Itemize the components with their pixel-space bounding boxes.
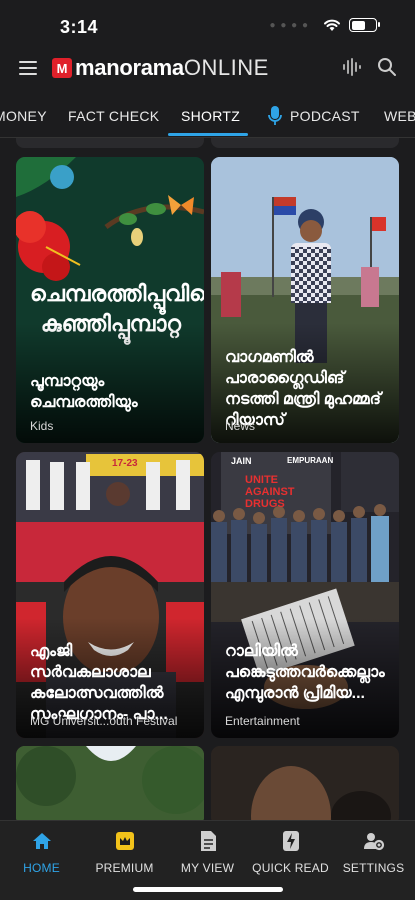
shortz-feed[interactable]: ചെമ്പരത്തിപ്പൂവിലെ കുഞ്ഞിപ്പൂമ്പാറ്റ പൂമ… bbox=[0, 138, 415, 820]
status-icons: ● ● ● ● bbox=[269, 18, 380, 32]
tab-web[interactable]: WEB bbox=[384, 108, 415, 124]
card-category: MG Universit...outh Festival bbox=[30, 714, 178, 728]
nav-home[interactable]: HOME bbox=[0, 829, 83, 875]
wifi-icon bbox=[324, 19, 340, 31]
card-overlay-text: 17-23 bbox=[112, 458, 138, 469]
card-thumbnail bbox=[16, 746, 204, 820]
banner-film-title: EMPURAAN bbox=[287, 456, 334, 465]
status-time: 3:14 bbox=[60, 17, 99, 37]
active-tab-indicator bbox=[168, 133, 248, 136]
nav-settings-label: SETTINGS bbox=[342, 861, 405, 875]
audio-waveform-icon[interactable] bbox=[341, 57, 361, 77]
nav-my-view-label: MY VIEW bbox=[180, 861, 235, 875]
logo-badge: M bbox=[52, 58, 72, 78]
logo-main-text: manorama bbox=[75, 55, 184, 80]
app-header: M manorama ONLINE bbox=[0, 50, 415, 88]
shortz-card[interactable] bbox=[211, 746, 399, 820]
shortz-card[interactable]: 17-23 എംജി സർവകലാശാല കലോത്സവത്തിൽ സംഘഗാന… bbox=[16, 452, 204, 738]
logo-sub-text: ONLINE bbox=[183, 55, 269, 80]
tab-podcast[interactable]: PODCAST bbox=[268, 106, 360, 126]
shortz-card[interactable]: വാഗമണിൽ പാരാഗ്ലൈഡിങ് നടത്തി മന്ത്രി മുഹമ… bbox=[211, 157, 399, 443]
banner-brand: JAIN bbox=[231, 456, 252, 466]
shortz-card[interactable]: ചെമ്പരത്തിപ്പൂവിലെ കുഞ്ഞിപ്പൂമ്പാറ്റ പൂമ… bbox=[16, 157, 204, 443]
app-logo[interactable]: M manorama ONLINE bbox=[52, 55, 269, 81]
status-bar: 3:14 ● ● ● ● bbox=[0, 0, 415, 50]
previous-card-stub[interactable] bbox=[211, 138, 399, 148]
microphone-icon bbox=[268, 106, 282, 125]
tab-shortz[interactable]: SHORTZ bbox=[181, 108, 240, 124]
premium-icon bbox=[115, 832, 134, 850]
home-indicator[interactable] bbox=[133, 887, 283, 892]
nav-premium-label: PREMIUM bbox=[95, 861, 154, 875]
bottom-navigation: HOME PREMIUM MY VIEW QUICK READ SETTINGS bbox=[0, 820, 415, 900]
nav-my-view[interactable]: MY VIEW bbox=[166, 829, 249, 875]
settings-icon bbox=[363, 833, 384, 851]
category-tabs: MONEY FACT CHECK SHORTZ PODCAST WEB bbox=[0, 98, 415, 138]
home-icon bbox=[32, 833, 51, 849]
battery-icon bbox=[349, 18, 380, 32]
card-category: Kids bbox=[30, 419, 54, 433]
flash-icon bbox=[282, 831, 299, 851]
nav-home-label: HOME bbox=[23, 861, 60, 875]
card-category: Entertainment bbox=[225, 714, 300, 728]
header-actions bbox=[341, 57, 397, 77]
previous-card-stub[interactable] bbox=[16, 138, 204, 148]
nav-settings[interactable]: SETTINGS bbox=[332, 829, 415, 875]
nav-quick-read[interactable]: QUICK READ bbox=[249, 829, 332, 875]
card-title: റാലിയിൽ പങ്കെടുത്തവർക്കെല്ലാം എമ്പുരാൻ പ… bbox=[225, 643, 385, 702]
card-category: News bbox=[225, 419, 256, 433]
search-icon[interactable] bbox=[377, 57, 397, 77]
menu-icon[interactable] bbox=[19, 61, 37, 75]
document-icon bbox=[200, 831, 216, 851]
shortz-card[interactable] bbox=[16, 746, 204, 820]
nav-quick-read-label: QUICK READ bbox=[252, 861, 329, 875]
card-title: എംജി സർവകലാശാല കലോത്സവത്തിൽ സംഘഗാനം- പാ.… bbox=[30, 643, 168, 723]
tab-money[interactable]: MONEY bbox=[0, 108, 47, 124]
nav-premium[interactable]: PREMIUM bbox=[83, 829, 166, 875]
card-title: പൂമ്പാറ്റയും ചെമ്പരത്തിയും bbox=[30, 373, 138, 411]
tab-fact-check[interactable]: FACT CHECK bbox=[68, 108, 159, 124]
card-overlay-text: UNITE AGAINST DRUGS bbox=[245, 474, 295, 510]
shortz-card[interactable]: JAIN EMPURAAN UNITE AGAINST DRUGS റാലിയി… bbox=[211, 452, 399, 738]
signal-dots-icon: ● ● ● ● bbox=[269, 19, 309, 31]
tab-podcast-label: PODCAST bbox=[290, 108, 360, 124]
card-thumbnail bbox=[211, 746, 399, 820]
